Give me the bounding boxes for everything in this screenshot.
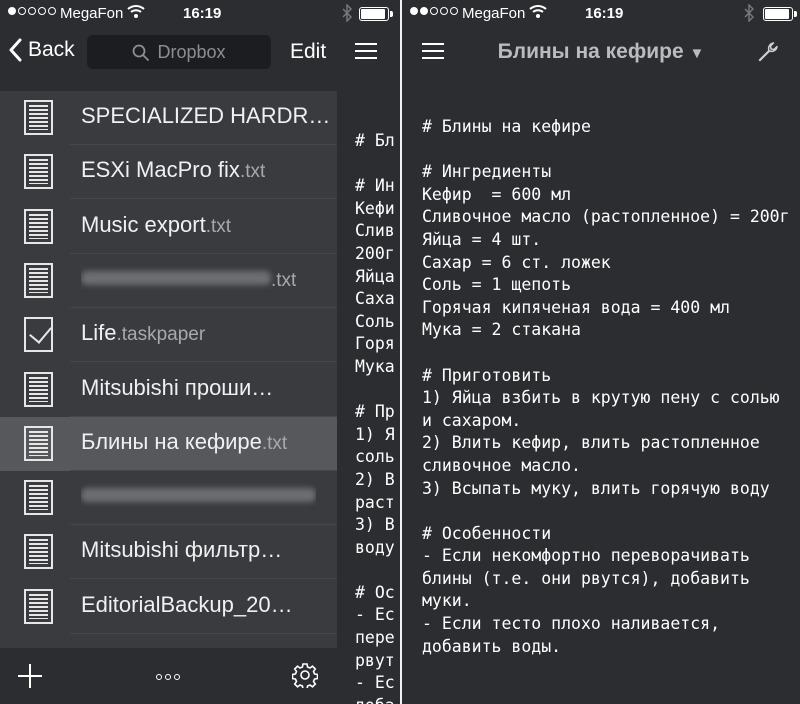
file-extension: .taskpaper <box>116 324 206 346</box>
carrier-label: MegaFon <box>462 5 526 22</box>
wifi-icon <box>127 5 145 18</box>
file-row[interactable]: Блины на кефире.txt <box>0 416 337 471</box>
file-name-text: ESXi MacPro fix <box>81 157 240 183</box>
file-name: ESXi MacPro fix.txt <box>81 157 265 183</box>
file-extension: .txt <box>261 432 288 454</box>
redacted-name <box>81 488 316 503</box>
file-name-text: Music export <box>81 211 206 237</box>
battery-icon <box>359 7 393 21</box>
bluetooth-icon <box>744 4 755 22</box>
file-extension: .txt <box>271 269 297 291</box>
document-icon <box>24 534 53 570</box>
document-icon <box>24 371 53 407</box>
file-name <box>81 483 316 509</box>
document-icon <box>24 480 53 516</box>
file-extension: .txt <box>205 215 232 237</box>
back-button[interactable]: Back <box>8 38 75 62</box>
file-name-text: Блины на кефире <box>81 428 262 454</box>
editor-peek-panel[interactable]: # Бл # Ин Кефи Слив 200г Яйца Саха Соль … <box>337 0 400 704</box>
back-label: Back <box>28 38 75 61</box>
signal-strength-icon <box>410 7 458 15</box>
file-list: SPECIALIZED HARDR… ESXi MacPro fix.txt Mus… <box>0 91 337 648</box>
carrier-label: MegaFon <box>60 5 124 22</box>
more-icon[interactable] <box>156 674 180 680</box>
bottom-toolbar <box>0 648 337 704</box>
file-row[interactable] <box>0 471 337 526</box>
file-row[interactable]: Life.taskpaper <box>0 308 337 363</box>
edit-button[interactable]: Edit <box>290 40 326 64</box>
status-bar: MegaFon 16:19 <box>0 0 400 28</box>
file-row[interactable]: Music export.txt <box>0 200 337 254</box>
search-icon <box>133 44 150 61</box>
file-name: Life.taskpaper <box>81 320 205 346</box>
file-name: Mitsubishi проши… <box>81 375 273 401</box>
document-icon <box>24 154 53 190</box>
search-placeholder: Dropbox <box>157 41 226 62</box>
document-icon <box>24 588 53 624</box>
file-name: Блины на кефире.txt <box>81 429 287 455</box>
dropdown-arrow-icon: ▼ <box>689 45 705 62</box>
document-title-label: Блины на кефире <box>497 40 684 63</box>
file-name: .txt <box>81 266 296 292</box>
file-name: Music export.txt <box>81 212 231 238</box>
document-icon <box>24 100 53 135</box>
file-name-text: Life <box>81 320 117 346</box>
bluetooth-icon <box>342 4 353 22</box>
clock: 16:19 <box>585 5 624 22</box>
file-row[interactable]: ESXi MacPro fix.txt <box>0 145 337 200</box>
file-name-text: SPECIALIZED HARDR… <box>81 103 331 128</box>
file-name: Mitsubishi фильтр… <box>81 537 282 563</box>
wrench-icon[interactable] <box>756 40 780 64</box>
battery-icon <box>763 7 797 21</box>
file-extension: .txt <box>239 161 266 183</box>
gear-icon[interactable] <box>292 662 318 688</box>
peek-document-text: # Бл # Ин Кефи Слив 200г Яйца Саха Соль … <box>355 131 395 704</box>
document-text[interactable]: # Блины на кефире # Ингредиенты Кефир = … <box>422 116 792 658</box>
search-field[interactable]: Dropbox <box>87 35 271 69</box>
redacted-name <box>81 271 271 286</box>
document-title[interactable]: Блины на кефире ▼ <box>402 40 800 64</box>
document-icon <box>24 425 53 461</box>
file-row[interactable]: EditorialBackup_20… <box>0 580 337 634</box>
file-name-text: Mitsubishi проши… <box>81 374 274 400</box>
file-row[interactable]: Mitsubishi фильтр… <box>0 525 337 580</box>
status-bar: MegaFon 16:19 <box>402 0 800 28</box>
editor-nav-bar: Блины на кефире ▼ <box>402 28 800 78</box>
menu-icon <box>355 43 377 59</box>
document-icon <box>24 208 53 244</box>
clock: 16:19 <box>183 5 222 22</box>
file-row[interactable]: Mitsubishi проши… <box>0 363 337 417</box>
file-name: EditorialBackup_20… <box>81 592 293 618</box>
signal-strength-icon <box>8 7 56 15</box>
add-icon[interactable] <box>18 664 42 688</box>
document-icon <box>24 262 53 298</box>
wifi-icon <box>529 5 547 18</box>
right-screen: Блины на кефире ▼ # Блины на кефире # Ин… <box>402 0 800 704</box>
file-name-text: Mitsubishi фильтр… <box>81 537 283 563</box>
file-name: SPECIALIZED HARDR… <box>81 103 330 129</box>
file-name-text: EditorialBackup_20… <box>81 591 293 617</box>
file-browser-nav-bar: Back Dropbox Edit <box>0 28 337 78</box>
file-row[interactable]: SPECIALIZED HARDR… <box>0 91 337 145</box>
chevron-left-icon <box>9 38 22 62</box>
checkbox-icon <box>24 317 53 353</box>
left-screen: Back Dropbox Edit SPECIALIZED HARDR… ESXi… <box>0 0 400 704</box>
file-row[interactable]: .txt <box>0 254 337 308</box>
